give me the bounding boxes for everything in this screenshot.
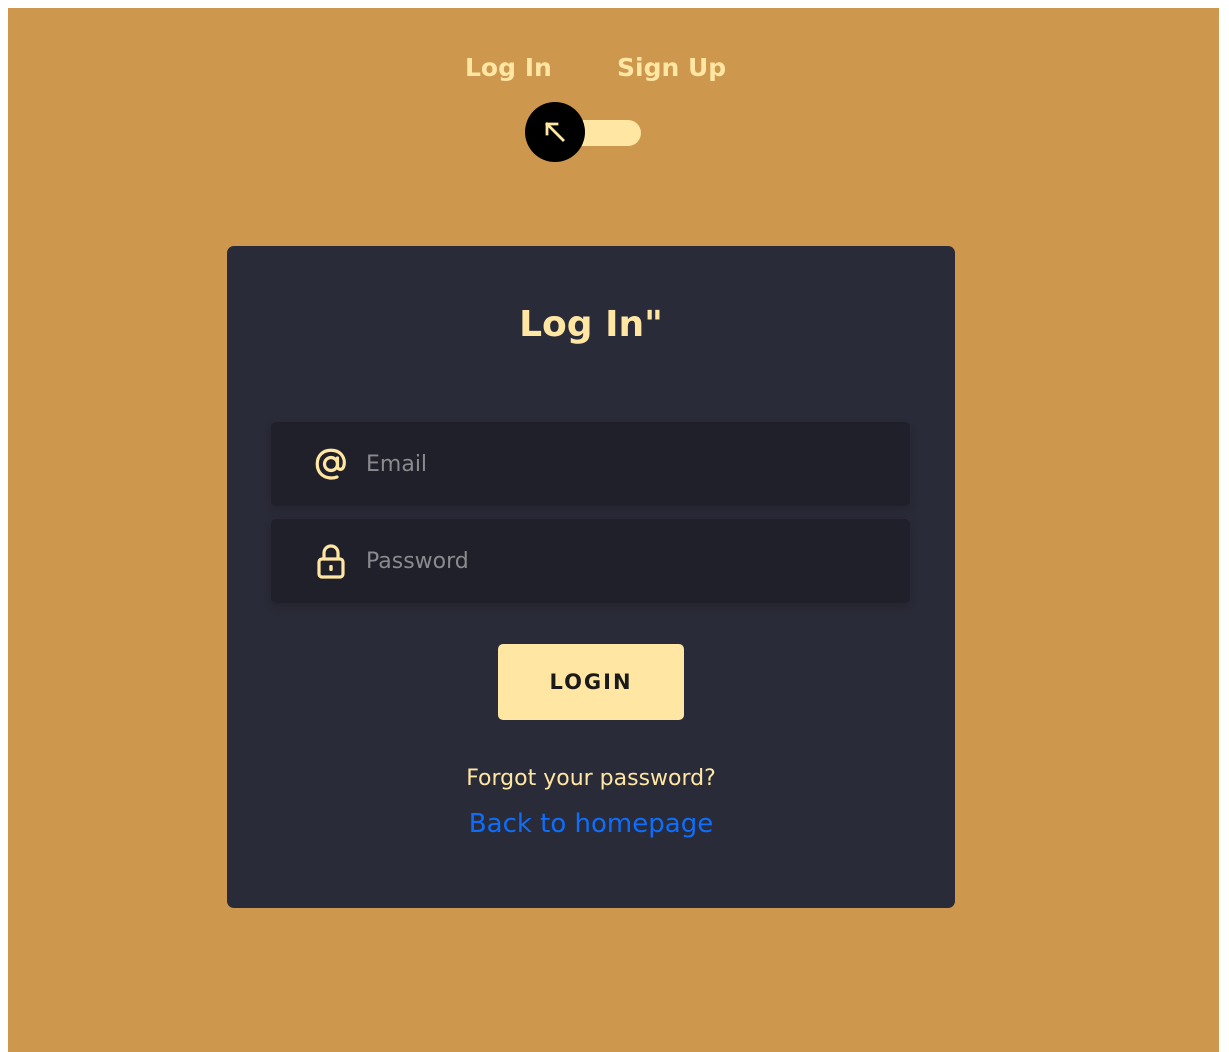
tab-sign-up[interactable]: Sign Up <box>617 53 726 82</box>
page-background: Log In Sign Up Log In" Email LOGIN Forgo… <box>8 8 1219 1052</box>
email-field[interactable] <box>366 422 886 506</box>
arrow-up-left-icon <box>545 122 565 142</box>
forgot-password-link[interactable]: Forgot your password? <box>227 766 955 791</box>
email-field-container <box>271 422 910 506</box>
login-button[interactable]: LOGIN <box>498 644 684 720</box>
mode-switch: Log In Sign Up <box>8 53 1219 85</box>
card-title: Log In" <box>519 304 663 345</box>
password-field[interactable] <box>366 519 886 603</box>
login-button-label: LOGIN <box>549 670 633 694</box>
login-card: Log In" LOGIN Forgot your password? Back… <box>227 246 955 908</box>
lock-icon <box>317 544 345 579</box>
back-to-homepage-link[interactable]: Back to homepage <box>227 809 955 839</box>
password-field-container <box>271 519 910 603</box>
at-sign-icon <box>315 448 346 480</box>
toggle-knob[interactable] <box>525 102 585 162</box>
tab-log-in[interactable]: Log In <box>465 53 552 82</box>
login-signup-toggle[interactable] <box>525 102 643 164</box>
